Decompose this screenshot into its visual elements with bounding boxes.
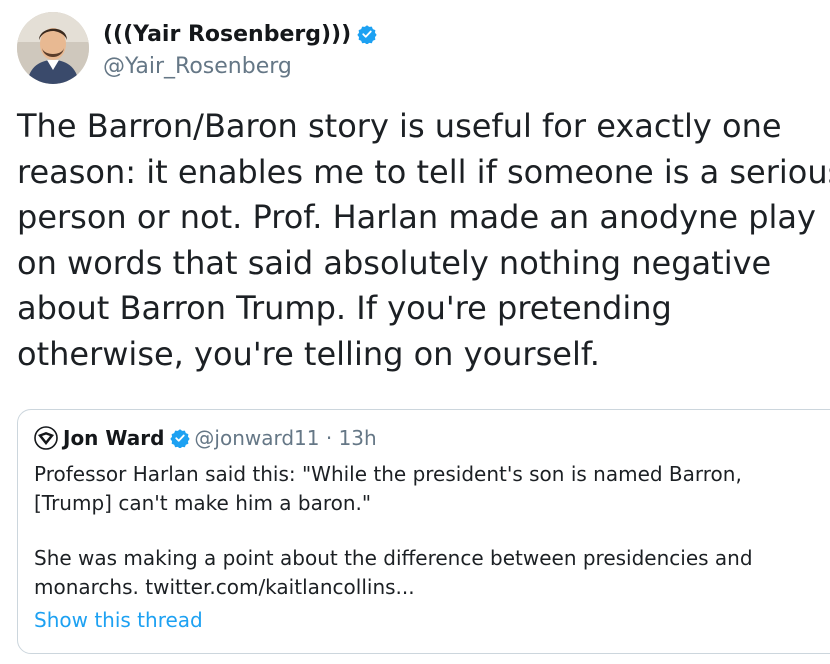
- tweet-text-line: about Barron Trump. If you're pretending: [17, 289, 672, 327]
- avatar[interactable]: [17, 12, 89, 84]
- quoted-tweet-body: Professor Harlan said this: "While the p…: [34, 460, 830, 602]
- verified-badge-icon: [170, 427, 191, 455]
- author-handle[interactable]: @Yair_Rosenberg: [103, 53, 377, 81]
- quoted-text-line: monarchs. twitter.com/kaitlancollins...: [34, 575, 415, 599]
- quoted-text-line: Professor Harlan said this: "While the p…: [34, 462, 742, 486]
- author-display-name-text[interactable]: (((Yair Rosenberg))): [103, 22, 351, 47]
- quoted-tweet-header: Jon Ward @jonward11 · 13h: [34, 424, 377, 457]
- tweet-text: The Barron/Baron story is useful for exa…: [17, 104, 830, 377]
- quoted-author-name[interactable]: Jon Ward: [63, 426, 164, 450]
- quoted-text-line: She was making a point about the differe…: [34, 546, 753, 570]
- tweet-text-line: otherwise, you're telling on yourself.: [17, 334, 600, 373]
- tweet-text-line: on words that said absolutely nothing ne…: [17, 243, 772, 282]
- tweet-text-line: person or not. Prof. Harlan made an anod…: [17, 198, 816, 236]
- author-display-name[interactable]: (((Yair Rosenberg))): [103, 22, 377, 51]
- verified-badge-icon: [357, 24, 377, 51]
- tweet-text-line: reason: it enables me to tell if someone…: [17, 152, 830, 191]
- quoted-handle-time[interactable]: @jonward11 · 13h: [194, 426, 376, 450]
- tweet-text-line: The Barron/Baron story is useful for exa…: [17, 107, 782, 145]
- quoted-text-line: [Trump] can't make him a baron.": [34, 491, 372, 515]
- show-thread-link[interactable]: Show this thread: [34, 608, 203, 632]
- quoted-tweet[interactable]: Jon Ward @jonward11 · 13h Professor Harla…: [17, 409, 830, 654]
- logo-icon: [34, 426, 58, 457]
